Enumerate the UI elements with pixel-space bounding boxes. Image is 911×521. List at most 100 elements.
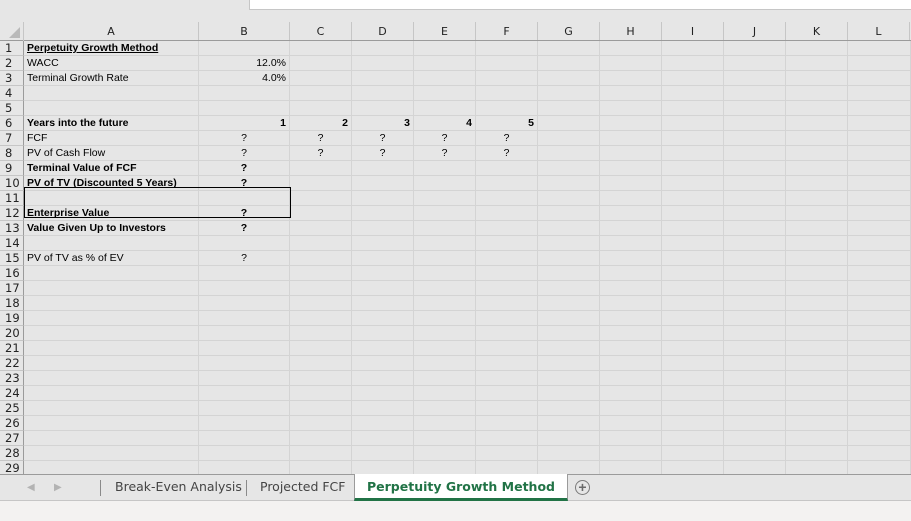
cell-l16[interactable] bbox=[848, 266, 911, 281]
cell-k16[interactable] bbox=[786, 266, 848, 281]
cell-b28[interactable] bbox=[199, 446, 290, 461]
cell-k22[interactable] bbox=[786, 356, 848, 371]
cell-b16[interactable] bbox=[199, 266, 290, 281]
cell-j9[interactable] bbox=[724, 161, 786, 176]
cell-f13[interactable] bbox=[476, 221, 538, 236]
cell-h1[interactable] bbox=[600, 41, 662, 56]
cell-b17[interactable] bbox=[199, 281, 290, 296]
cell-h14[interactable] bbox=[600, 236, 662, 251]
cell-e4[interactable] bbox=[414, 86, 476, 101]
cell-d23[interactable] bbox=[352, 371, 414, 386]
cell-h10[interactable] bbox=[600, 176, 662, 191]
cell-g10[interactable] bbox=[538, 176, 600, 191]
cell-c18[interactable] bbox=[290, 296, 352, 311]
cell-j18[interactable] bbox=[724, 296, 786, 311]
cell-h25[interactable] bbox=[600, 401, 662, 416]
cell-h23[interactable] bbox=[600, 371, 662, 386]
cell-e15[interactable] bbox=[414, 251, 476, 266]
cell-h24[interactable] bbox=[600, 386, 662, 401]
cell-g24[interactable] bbox=[538, 386, 600, 401]
cell-l25[interactable] bbox=[848, 401, 911, 416]
row-header[interactable]: 24 bbox=[0, 386, 24, 401]
cell-c5[interactable] bbox=[290, 101, 352, 116]
cell-d7[interactable]: ? bbox=[352, 131, 414, 146]
cell-a28[interactable] bbox=[24, 446, 199, 461]
cell-a23[interactable] bbox=[24, 371, 199, 386]
cell-d6[interactable]: 3 bbox=[352, 116, 414, 131]
cell-d20[interactable] bbox=[352, 326, 414, 341]
row-header[interactable]: 12 bbox=[0, 206, 24, 221]
cell-j26[interactable] bbox=[724, 416, 786, 431]
cell-g23[interactable] bbox=[538, 371, 600, 386]
cell-h16[interactable] bbox=[600, 266, 662, 281]
cell-g4[interactable] bbox=[538, 86, 600, 101]
cell-d10[interactable] bbox=[352, 176, 414, 191]
column-header-f[interactable]: F bbox=[476, 22, 538, 40]
cell-l20[interactable] bbox=[848, 326, 911, 341]
cell-f17[interactable] bbox=[476, 281, 538, 296]
cell-l1[interactable] bbox=[848, 41, 911, 56]
cell-e26[interactable] bbox=[414, 416, 476, 431]
cell-e27[interactable] bbox=[414, 431, 476, 446]
row-header[interactable]: 23 bbox=[0, 371, 24, 386]
column-header-b[interactable]: B bbox=[199, 22, 290, 40]
cell-f10[interactable] bbox=[476, 176, 538, 191]
cell-i11[interactable] bbox=[662, 191, 724, 206]
cell-c2[interactable] bbox=[290, 56, 352, 71]
cell-h28[interactable] bbox=[600, 446, 662, 461]
cell-f12[interactable] bbox=[476, 206, 538, 221]
cell-f19[interactable] bbox=[476, 311, 538, 326]
cell-a12[interactable]: Enterprise Value bbox=[24, 206, 199, 221]
cell-i26[interactable] bbox=[662, 416, 724, 431]
cell-d9[interactable] bbox=[352, 161, 414, 176]
cell-e1[interactable] bbox=[414, 41, 476, 56]
cell-g18[interactable] bbox=[538, 296, 600, 311]
row-header[interactable]: 9 bbox=[0, 161, 24, 176]
cell-i24[interactable] bbox=[662, 386, 724, 401]
cell-i22[interactable] bbox=[662, 356, 724, 371]
cell-b13[interactable]: ? bbox=[199, 221, 290, 236]
cell-g11[interactable] bbox=[538, 191, 600, 206]
cell-j21[interactable] bbox=[724, 341, 786, 356]
cell-h22[interactable] bbox=[600, 356, 662, 371]
column-header-h[interactable]: H bbox=[600, 22, 662, 40]
cell-g28[interactable] bbox=[538, 446, 600, 461]
cell-i23[interactable] bbox=[662, 371, 724, 386]
cell-e5[interactable] bbox=[414, 101, 476, 116]
cell-g26[interactable] bbox=[538, 416, 600, 431]
cell-k19[interactable] bbox=[786, 311, 848, 326]
cell-b20[interactable] bbox=[199, 326, 290, 341]
cell-k15[interactable] bbox=[786, 251, 848, 266]
cell-b1[interactable] bbox=[199, 41, 290, 56]
cell-k14[interactable] bbox=[786, 236, 848, 251]
cell-a27[interactable] bbox=[24, 431, 199, 446]
cell-f23[interactable] bbox=[476, 371, 538, 386]
row-header[interactable]: 21 bbox=[0, 341, 24, 356]
cell-b9[interactable]: ? bbox=[199, 161, 290, 176]
cell-d26[interactable] bbox=[352, 416, 414, 431]
cell-g17[interactable] bbox=[538, 281, 600, 296]
cell-l7[interactable] bbox=[848, 131, 911, 146]
cell-f28[interactable] bbox=[476, 446, 538, 461]
cell-c8[interactable]: ? bbox=[290, 146, 352, 161]
cell-k25[interactable] bbox=[786, 401, 848, 416]
cell-k5[interactable] bbox=[786, 101, 848, 116]
cell-i12[interactable] bbox=[662, 206, 724, 221]
cell-f26[interactable] bbox=[476, 416, 538, 431]
cell-l8[interactable] bbox=[848, 146, 911, 161]
cell-b2[interactable]: 12.0% bbox=[199, 56, 290, 71]
cell-a10[interactable]: PV of TV (Discounted 5 Years) bbox=[24, 176, 199, 191]
cell-j1[interactable] bbox=[724, 41, 786, 56]
cell-e21[interactable] bbox=[414, 341, 476, 356]
cell-i3[interactable] bbox=[662, 71, 724, 86]
cell-f11[interactable] bbox=[476, 191, 538, 206]
cell-i10[interactable] bbox=[662, 176, 724, 191]
cell-d14[interactable] bbox=[352, 236, 414, 251]
cell-g19[interactable] bbox=[538, 311, 600, 326]
cell-j28[interactable] bbox=[724, 446, 786, 461]
cell-h12[interactable] bbox=[600, 206, 662, 221]
cell-j10[interactable] bbox=[724, 176, 786, 191]
cell-i28[interactable] bbox=[662, 446, 724, 461]
cell-d28[interactable] bbox=[352, 446, 414, 461]
cell-b27[interactable] bbox=[199, 431, 290, 446]
